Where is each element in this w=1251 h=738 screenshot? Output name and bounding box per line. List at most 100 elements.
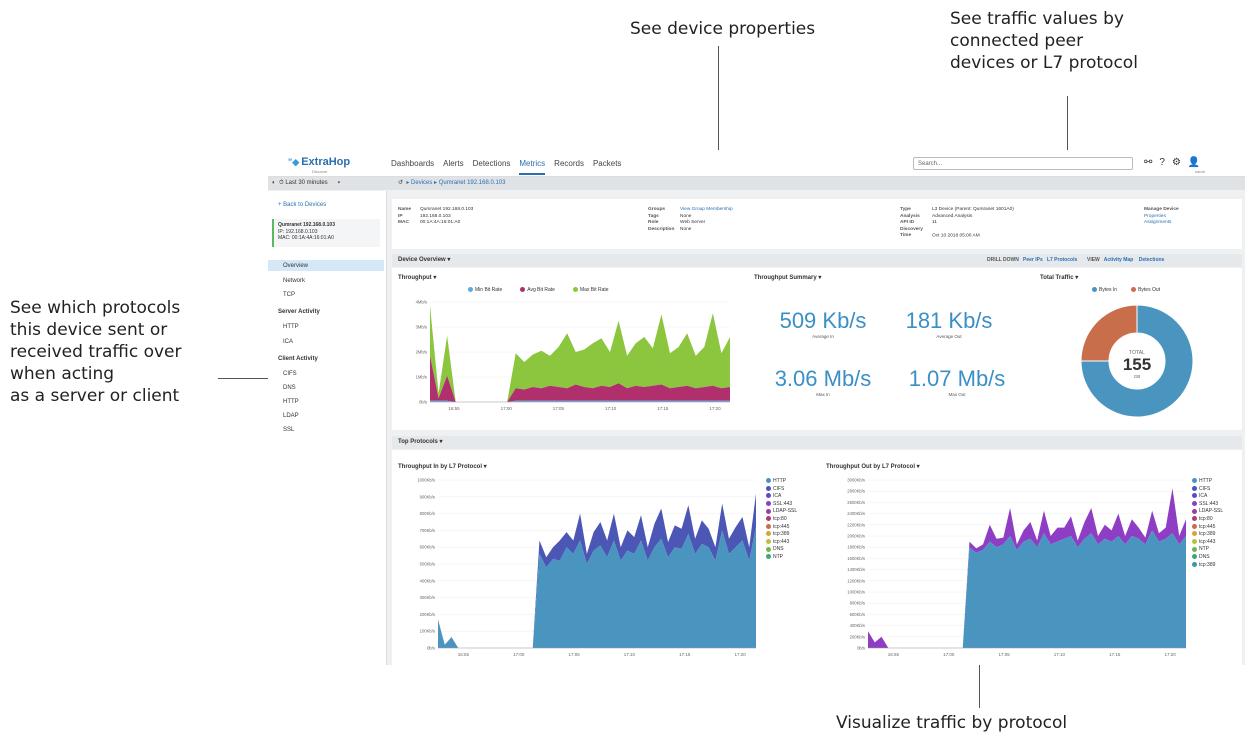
legend-avg-label: Avg Bit Rate	[527, 287, 555, 293]
legend-swatch	[1192, 538, 1197, 544]
activity-map-link[interactable]: Activity Map	[1104, 257, 1133, 263]
legend-item: DNS	[1192, 554, 1223, 562]
y-tick-label: 200Kb/s	[850, 634, 865, 639]
extrahop-logo[interactable]: "◆ ExtraHop Discover	[288, 156, 350, 174]
x-tick-label: 17:15	[657, 406, 669, 411]
avg-out-label: Average Out	[936, 334, 962, 339]
assignments-link[interactable]: Assignments	[1144, 220, 1171, 225]
tab-device-overview[interactable]: Device Overview ▾	[392, 257, 450, 263]
logo-subtitle: Discover	[312, 169, 328, 174]
time-selector[interactable]: ◐ ⏱ Last 30 minutes ▾	[272, 177, 340, 190]
y-tick-label: 1000Kb/s	[847, 590, 865, 595]
legend-item: CIFS	[1192, 486, 1223, 494]
y-tick-label: 1Mb/s	[416, 375, 427, 380]
legend-label: HTTP	[773, 478, 787, 484]
legend-min-label: Min Bit Rate	[475, 287, 503, 293]
legend-bytes-in: Bytes In	[1092, 287, 1117, 293]
leader-visualize	[979, 665, 980, 708]
prop-value: L3 Device (Parent: Qumranet 1601A0)	[932, 207, 1014, 212]
sidebar-item-client-cifs[interactable]: CIFS	[283, 371, 297, 377]
sidebar: + Back to Devices Qumranet 192.168.0.103…	[268, 191, 387, 665]
breadcrumb-device[interactable]: Qumranet 192.168.0.103	[439, 180, 506, 186]
x-tick-label: 16:55	[448, 406, 460, 411]
nav-alerts[interactable]: Alerts	[443, 159, 463, 175]
peer-ips-link[interactable]: Peer IPs	[1023, 257, 1043, 263]
y-tick-label: 2000Kb/s	[847, 534, 865, 539]
nav-dashboards[interactable]: Dashboards	[391, 159, 434, 175]
y-tick-label: 2400Kb/s	[847, 511, 865, 516]
callout-traffic-values-line1: See traffic values by	[950, 9, 1124, 29]
properties-link[interactable]: Properties	[1144, 214, 1166, 219]
settings-icon[interactable]: ⚙	[1172, 157, 1181, 168]
summary-title-text: Throughput Summary	[754, 275, 817, 281]
legend-avg: Avg Bit Rate	[520, 287, 555, 293]
sidebar-item-server-ica[interactable]: ICA	[283, 339, 293, 345]
search-input[interactable]: Search...	[913, 157, 1133, 170]
network-icon[interactable]: ⚯	[1144, 157, 1152, 168]
breadcrumb: ↺ ▸ Devices ▸ Qumranet 192.168.0.103	[398, 180, 506, 186]
sidebar-item-overview[interactable]: Overview	[283, 263, 308, 269]
sidebar-item-tcp[interactable]: TCP	[283, 292, 295, 298]
back-label: Back to Devices	[283, 202, 327, 208]
sidebar-item-client-ssl[interactable]: SSL	[283, 427, 294, 433]
detections-link[interactable]: Detections	[1139, 257, 1165, 263]
legend-item: tcp:445	[766, 524, 797, 532]
total-title-text: Total Traffic	[1040, 275, 1074, 281]
total-traffic-title[interactable]: Total Traffic ▾	[1040, 274, 1078, 281]
legend-label: LDAP-SSL	[1199, 508, 1224, 515]
x-tick-label: 17:15	[679, 652, 691, 657]
legend-max: Max Bit Rate	[572, 287, 609, 293]
y-tick-label: 2600Kb/s	[847, 500, 865, 505]
help-icon[interactable]: ?	[1159, 157, 1165, 168]
max-out-metric: 1.07 Mb/s Max Out	[892, 366, 1022, 397]
x-tick-label: 17:20	[1164, 652, 1176, 657]
sidebar-item-server-http[interactable]: HTTP	[283, 324, 299, 330]
nav-packets[interactable]: Packets	[593, 159, 621, 175]
sidebar-item-client-http[interactable]: HTTP	[283, 399, 299, 405]
prop-value: Advanced Analysis	[932, 213, 973, 219]
logo-mark-icon: "◆	[288, 157, 300, 167]
y-tick-label: 900Kb/s	[420, 494, 435, 499]
total-traffic-legend: Bytes In Bytes Out	[1092, 287, 1160, 293]
prop-value: None	[680, 226, 692, 232]
legend-label: tcp:389	[773, 531, 790, 538]
avg-in-metric: 509 Kb/s Average In	[768, 308, 878, 339]
view-group-membership-link[interactable]: View Group Membership	[680, 207, 733, 212]
history-icon[interactable]: ↺	[398, 180, 403, 186]
throughput-in-title[interactable]: Throughput In by L7 Protocol ▾	[398, 463, 487, 470]
prop-value: Web Server	[680, 220, 706, 225]
y-tick-label: 300Kb/s	[420, 595, 435, 600]
y-tick-label: 0b/s	[419, 400, 427, 405]
legend-item: tcp:389	[766, 531, 797, 539]
y-tick-label: 2200Kb/s	[847, 522, 865, 527]
back-to-devices-link[interactable]: + Back to Devices	[278, 202, 326, 208]
throughput-summary-title[interactable]: Throughput Summary ▾	[754, 274, 821, 281]
sidebar-item-network[interactable]: Network	[283, 278, 305, 284]
user-icon[interactable]: 👤	[1188, 157, 1200, 168]
nav-metrics[interactable]: Metrics	[519, 159, 546, 175]
y-tick-label: 800Kb/s	[850, 601, 865, 606]
legend-label: tcp:445	[773, 523, 790, 530]
sidebar-item-client-dns[interactable]: DNS	[283, 385, 296, 391]
callout-protocols-line3: received traffic over	[10, 342, 182, 362]
nav-records[interactable]: Records	[554, 159, 584, 175]
x-tick-label: 17:05	[568, 652, 580, 657]
throughput-title[interactable]: Throughput ▾	[398, 274, 436, 281]
l7-protocols-link[interactable]: L7 Protocols	[1047, 257, 1077, 263]
throughput-out-title[interactable]: Throughput Out by L7 Protocol ▾	[826, 463, 920, 470]
legend-label: SSL:443	[1199, 500, 1219, 507]
legend-swatch	[766, 485, 771, 491]
legend-swatch	[1192, 485, 1197, 491]
x-tick-label: 17:05	[553, 406, 565, 411]
legend-item: NTP	[1192, 546, 1223, 554]
legend-item: tcp:80	[766, 516, 797, 524]
overview-panel: Throughput ▾ Min Bit Rate Avg Bit Rate M…	[392, 268, 1242, 430]
sidebar-item-client-ldap[interactable]: LDAP	[283, 413, 299, 419]
avg-out-metric: 181 Kb/s Average Out	[894, 308, 1004, 339]
tab-top-protocols[interactable]: Top Protocols ▾	[392, 439, 443, 445]
breadcrumb-devices[interactable]: Devices	[411, 180, 432, 186]
legend-label: tcp:389	[1199, 561, 1216, 568]
y-tick-label: 2800Kb/s	[847, 489, 865, 494]
nav-detections[interactable]: Detections	[473, 159, 511, 175]
legend-swatch	[1192, 523, 1197, 529]
